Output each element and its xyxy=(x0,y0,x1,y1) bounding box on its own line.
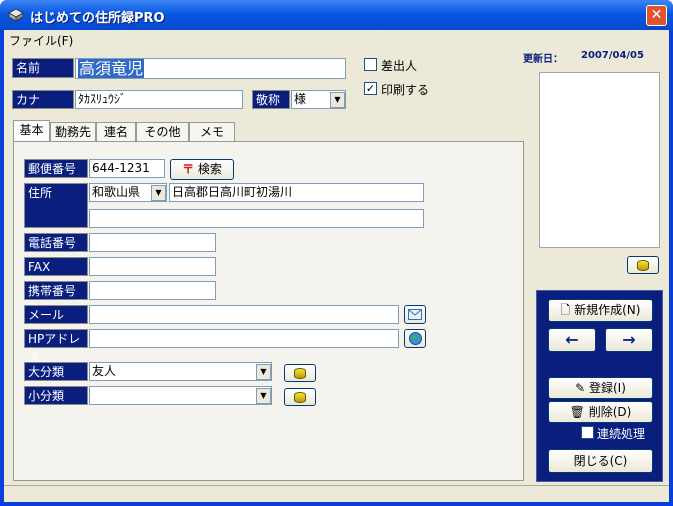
tab-memo[interactable]: メモ xyxy=(189,122,235,142)
database-icon xyxy=(294,392,306,403)
new-record-label: 新規作成(N) xyxy=(574,303,641,317)
minor-category-label: 小分類 xyxy=(24,386,88,405)
minor-category-db-button[interactable] xyxy=(284,388,316,406)
kana-field[interactable]: ﾀｶｽﾘｭｳｼﾞ xyxy=(75,90,243,109)
postal-mark-icon: 〒 xyxy=(182,162,195,176)
chevron-down-icon[interactable]: ▼ xyxy=(256,364,271,380)
menu-file[interactable]: ファイル(F) xyxy=(9,32,73,49)
app-window: はじめての住所録PRO ✕ ファイル(F) 名前 高須竜児 カナ ﾀｶｽﾘｭｳｼ… xyxy=(0,0,673,506)
zip-label: 郵便番号 xyxy=(24,159,88,178)
sender-label: 差出人 xyxy=(381,59,418,73)
app-icon xyxy=(8,8,24,22)
minor-category-select[interactable]: ▼ xyxy=(89,386,272,405)
delete-label: 削除(D) xyxy=(588,405,632,419)
edit-icon: ✎ xyxy=(575,381,586,395)
photo-area[interactable] xyxy=(539,72,660,248)
major-category-label: 大分類 xyxy=(24,362,88,381)
arrow-left-icon: ← xyxy=(565,330,579,349)
status-bar xyxy=(4,485,669,502)
zip-search-label: 検索 xyxy=(197,162,222,176)
window-title: はじめての住所録PRO xyxy=(30,11,165,26)
new-record-button[interactable]: 🗋 新規作成(N) xyxy=(548,299,653,322)
major-category-value: 友人 xyxy=(92,364,117,378)
mail-label: メール xyxy=(24,305,88,324)
tab-office[interactable]: 勤務先 xyxy=(50,122,96,142)
delete-button[interactable]: 🗑 削除(D) xyxy=(548,401,653,423)
mobile-label: 携帯番号 xyxy=(24,281,88,300)
mobile-field[interactable] xyxy=(89,281,216,300)
client-area: ファイル(F) 名前 高須竜児 カナ ﾀｶｽﾘｭｳｼﾞ 敬称 様 ▼ 差出人 ✓… xyxy=(4,30,669,502)
chevron-down-icon[interactable]: ▼ xyxy=(151,185,166,201)
updated-label: 更新日： xyxy=(523,54,563,65)
previous-record-button[interactable]: ← xyxy=(548,328,596,352)
close-window-button[interactable]: ✕ xyxy=(646,5,667,26)
prefecture-select[interactable]: 和歌山県 ▼ xyxy=(89,183,167,202)
title-bar[interactable]: はじめての住所録PRO ✕ xyxy=(0,0,673,30)
database-icon xyxy=(637,260,649,271)
phone-field[interactable] xyxy=(89,233,216,252)
menu-bar: ファイル(F) xyxy=(4,30,669,48)
tab-joint-names[interactable]: 連名 xyxy=(96,122,136,142)
name-value: 高須竜児 xyxy=(78,59,145,78)
address-line1-field[interactable]: 日高郡日高川町初湯川 xyxy=(169,183,424,202)
honorific-select[interactable]: 様 ▼ xyxy=(291,90,346,109)
major-category-db-button[interactable] xyxy=(284,364,316,382)
kana-label: カナ xyxy=(12,90,74,109)
honorific-label: 敬称 xyxy=(252,90,290,109)
print-checkbox[interactable]: ✓ xyxy=(364,82,377,95)
photo-db-button[interactable] xyxy=(627,256,659,274)
arrow-right-icon: → xyxy=(622,330,636,349)
mail-icon xyxy=(408,309,422,320)
globe-icon xyxy=(408,332,422,345)
register-label: 登録(I) xyxy=(588,381,626,395)
chevron-down-icon[interactable]: ▼ xyxy=(330,92,345,108)
continuous-processing-label: 連続処理 xyxy=(597,427,646,441)
database-icon xyxy=(294,368,306,379)
hp-label: HPアドレス xyxy=(24,329,88,364)
tab-other[interactable]: その他 xyxy=(136,122,189,142)
continuous-processing-checkbox[interactable] xyxy=(581,426,594,439)
address-label: 住所 xyxy=(24,183,88,228)
navigation-panel: 🗋 新規作成(N) ← → ✎ 登録(I) 🗑 削除(D) 連続処理 閉じる(C… xyxy=(536,290,663,482)
tab-panel-basic: 郵便番号 644-1231 〒 検索 住所 和歌山県 ▼ 日高郡日高川町初湯川 … xyxy=(13,141,524,481)
trash-icon: 🗑 xyxy=(569,405,585,419)
next-record-button[interactable]: → xyxy=(605,328,653,352)
hp-field[interactable] xyxy=(89,329,399,348)
open-homepage-button[interactable] xyxy=(404,329,426,348)
name-label: 名前 xyxy=(12,58,74,78)
fax-label: FAX xyxy=(24,257,88,276)
updated-date: 2007/04/05 xyxy=(581,50,644,61)
close-button[interactable]: 閉じる(C) xyxy=(548,449,653,473)
close-label: 閉じる(C) xyxy=(573,454,628,468)
address-line2-field[interactable] xyxy=(89,209,424,228)
tab-basic[interactable]: 基本 xyxy=(13,120,50,143)
zip-search-button[interactable]: 〒 検索 xyxy=(170,159,234,180)
sender-checkbox[interactable] xyxy=(364,58,377,71)
prefecture-value: 和歌山県 xyxy=(92,185,141,199)
zip-field[interactable]: 644-1231 xyxy=(89,159,165,178)
mail-field[interactable] xyxy=(89,305,399,324)
new-document-icon: 🗋 xyxy=(560,303,571,317)
honorific-value: 様 xyxy=(294,92,307,106)
major-category-select[interactable]: 友人 ▼ xyxy=(89,362,272,381)
print-label: 印刷する xyxy=(381,83,430,97)
phone-label: 電話番号 xyxy=(24,233,88,252)
chevron-down-icon[interactable]: ▼ xyxy=(256,388,271,404)
register-button[interactable]: ✎ 登録(I) xyxy=(548,377,653,399)
name-field[interactable]: 高須竜児 xyxy=(75,58,346,79)
send-mail-button[interactable] xyxy=(404,305,426,324)
fax-field[interactable] xyxy=(89,257,216,276)
